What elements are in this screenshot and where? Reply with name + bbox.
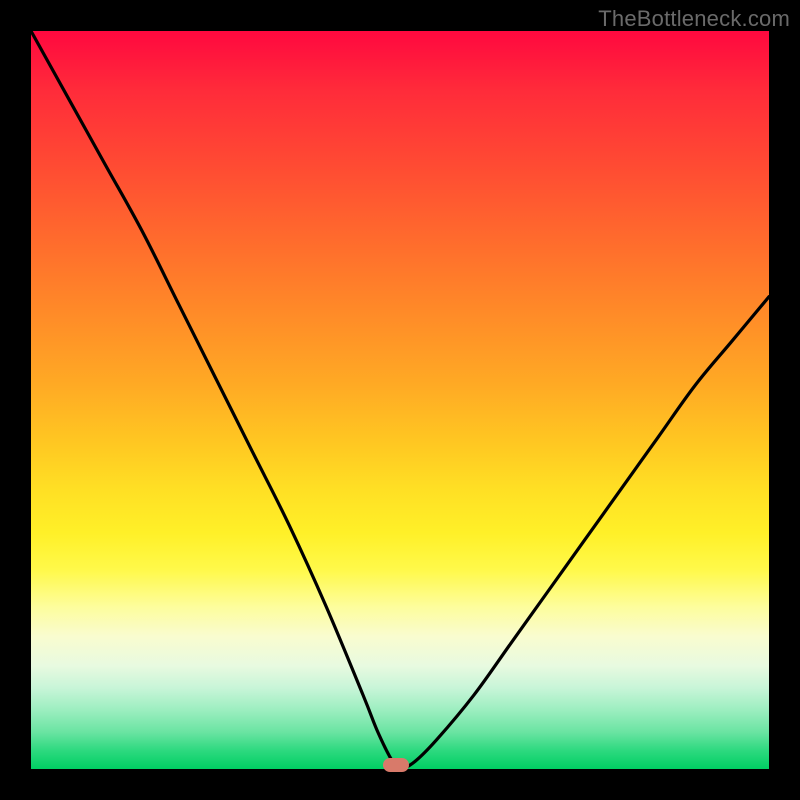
chart-plot-area xyxy=(31,31,769,769)
bottleneck-curve xyxy=(31,31,769,769)
chart-frame: TheBottleneck.com xyxy=(0,0,800,800)
watermark-text: TheBottleneck.com xyxy=(598,6,790,32)
optimal-point-marker xyxy=(383,758,409,772)
